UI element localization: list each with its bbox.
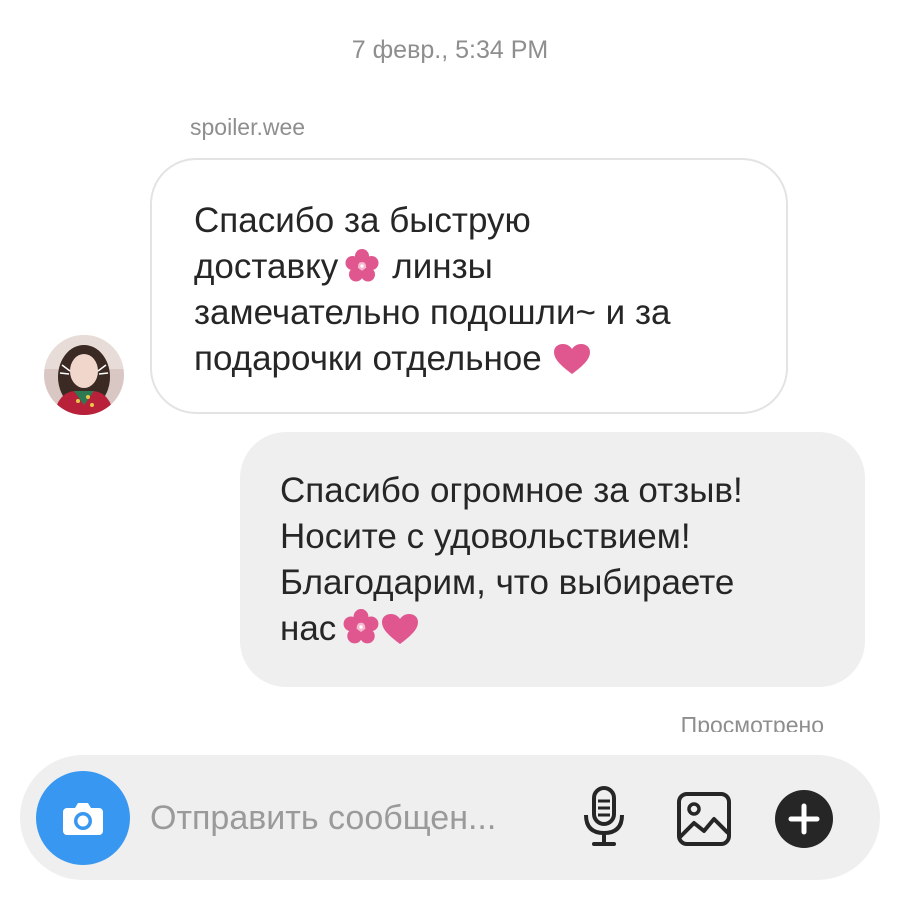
heart-icon bbox=[552, 342, 592, 388]
message-line: подарочки отдельное bbox=[194, 339, 542, 378]
seen-status: Просмотрено bbox=[680, 712, 824, 732]
message-line-group: нас bbox=[280, 606, 743, 652]
microphone-icon bbox=[584, 786, 624, 846]
avatar-photo bbox=[44, 335, 124, 415]
incoming-message-bubble[interactable]: Спасибо за быструю доставку линзы замечат… bbox=[150, 158, 788, 414]
sender-avatar[interactable] bbox=[44, 335, 124, 415]
message-line: нас bbox=[280, 609, 337, 648]
outgoing-message-text: Спасибо огромное за отзыв! Носите с удов… bbox=[280, 468, 743, 652]
message-line: Носите с удовольствием! bbox=[280, 517, 691, 556]
heart-icon bbox=[380, 612, 420, 658]
cherry-blossom-icon bbox=[342, 608, 380, 658]
chat-screen: 7 февр., 5:34 PM spoiler.wee Спасибо за … bbox=[0, 0, 900, 900]
message-composer bbox=[20, 755, 880, 880]
camera-icon bbox=[63, 803, 103, 835]
message-line: Спасибо за быструю bbox=[194, 201, 531, 240]
outgoing-message-bubble[interactable]: Спасибо огромное за отзыв! Носите с удов… bbox=[240, 432, 865, 687]
message-line-group: доставку линзы bbox=[194, 244, 670, 290]
incoming-message-text: Спасибо за быструю доставку линзы замечат… bbox=[194, 198, 670, 382]
message-line: замечательно подошли~ и за bbox=[194, 293, 671, 332]
message-line: Спасибо огромное за отзыв! bbox=[280, 471, 743, 510]
cherry-blossom-icon bbox=[344, 248, 380, 296]
gallery-icon bbox=[677, 792, 731, 846]
more-actions-button[interactable] bbox=[774, 789, 834, 854]
message-line: Благодарим, что выбираете bbox=[280, 563, 735, 602]
gallery-button[interactable] bbox=[676, 791, 732, 852]
plus-icon bbox=[775, 790, 833, 848]
sender-username[interactable]: spoiler.wee bbox=[190, 114, 305, 141]
message-line: доставку bbox=[194, 247, 339, 286]
message-line-group: подарочки отдельное bbox=[194, 336, 670, 382]
message-input[interactable] bbox=[150, 793, 570, 843]
message-timestamp: 7 февр., 5:34 PM bbox=[351, 36, 549, 64]
message-line: линзы bbox=[392, 247, 493, 286]
camera-button[interactable] bbox=[36, 771, 130, 865]
voice-message-button[interactable] bbox=[582, 785, 626, 854]
